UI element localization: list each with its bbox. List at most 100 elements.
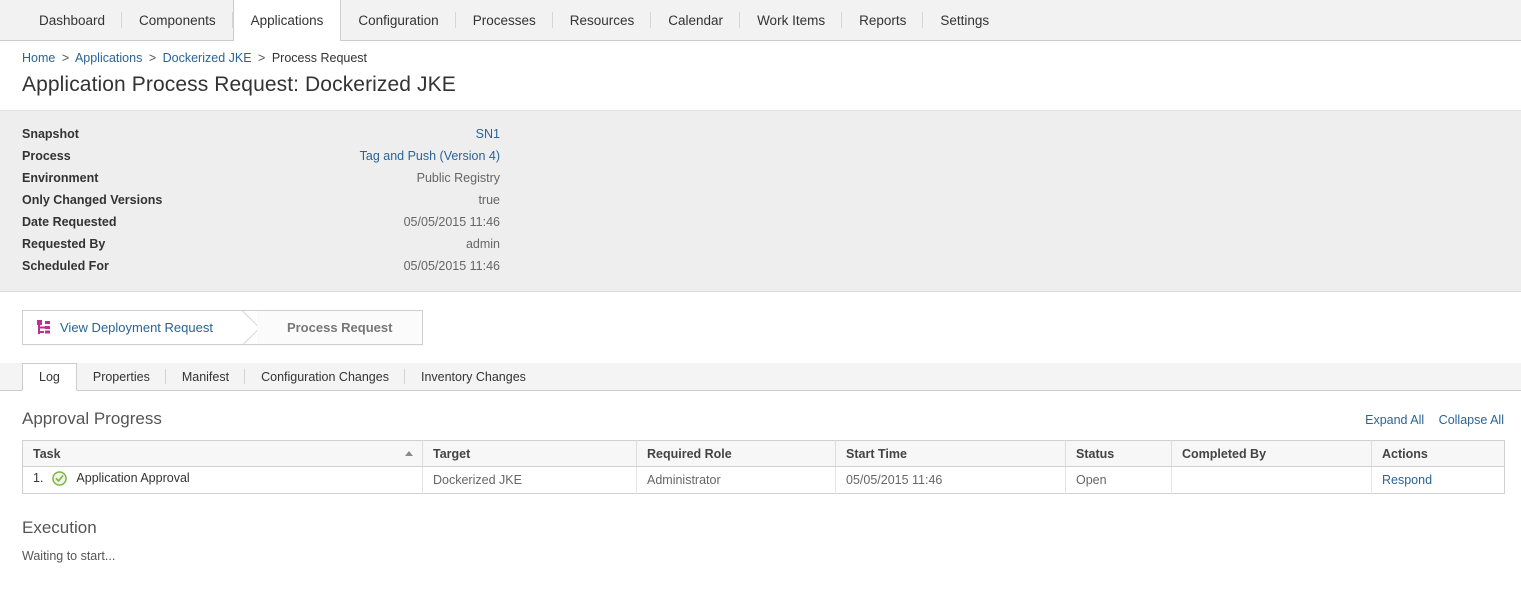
detail-row-scheduled-for: Scheduled For 05/05/2015 11:46 (0, 255, 1521, 277)
view-deployment-request-label: View Deployment Request (60, 320, 213, 335)
detail-row-snapshot: Snapshot SN1 (0, 123, 1521, 145)
approval-progress-actions: Expand All Collapse All (1354, 413, 1504, 427)
respond-link[interactable]: Respond (1382, 473, 1432, 487)
nav-item-dashboard[interactable]: Dashboard (22, 0, 123, 40)
detail-value-environment: Public Registry (416, 171, 500, 185)
tab-label: Manifest (181, 369, 230, 384)
sort-ascending-icon (405, 450, 413, 456)
tree-branch-icon (37, 320, 51, 335)
column-header-required-role[interactable]: Required Role (636, 440, 836, 467)
detail-value-date-requested: 05/05/2015 11:46 (403, 215, 500, 229)
detail-value-process[interactable]: Tag and Push (Version 4) (300, 149, 500, 163)
view-deployment-request-button[interactable]: View Deployment Request (23, 311, 239, 344)
process-request-label: Process Request (286, 320, 393, 335)
segmented-chevron-divider (238, 311, 257, 344)
approval-progress-table: Task Target Required Role Start Time Sta… (22, 440, 1505, 494)
detail-label-process: Process (22, 149, 71, 163)
top-navigation-bar: Dashboard Components Applications Config… (0, 0, 1521, 41)
nav-item-label: Dashboard (39, 12, 106, 28)
cell-required-role: Administrator (636, 466, 836, 494)
table-header-row: Task Target Required Role Start Time Sta… (22, 440, 1505, 467)
breadcrumb-separator: > (258, 51, 266, 65)
detail-value-snapshot[interactable]: SN1 (300, 127, 500, 141)
nav-item-applications[interactable]: Applications (232, 0, 342, 41)
nav-item-processes[interactable]: Processes (456, 0, 553, 40)
nav-item-label: Calendar (668, 12, 724, 28)
nav-item-resources[interactable]: Resources (553, 0, 652, 40)
nav-item-work-items[interactable]: Work Items (740, 0, 843, 40)
nav-item-calendar[interactable]: Calendar (651, 0, 740, 40)
status-badge: Open (1076, 473, 1107, 487)
nav-item-configuration[interactable]: Configuration (341, 0, 457, 40)
column-header-start-time[interactable]: Start Time (835, 440, 1066, 467)
breadcrumb-item-home[interactable]: Home (22, 51, 55, 65)
column-header-label: Completed By (1182, 446, 1267, 461)
table-row: 1. Application Approval Dockerized JKE A… (22, 466, 1505, 494)
execution-title: Execution (22, 518, 97, 537)
column-header-label: Start Time (846, 446, 907, 461)
tab-label: Configuration Changes (261, 369, 389, 384)
breadcrumb-item-applications[interactable]: Applications (75, 51, 142, 65)
tab-properties[interactable]: Properties (77, 363, 166, 390)
cell-actions: Respond (1371, 466, 1505, 494)
detail-tabs: Log Properties Manifest Configuration Ch… (0, 363, 1521, 391)
detail-label-snapshot: Snapshot (22, 127, 79, 141)
detail-label-date-requested: Date Requested (22, 215, 117, 229)
detail-row-date-requested: Date Requested 05/05/2015 11:46 (0, 211, 1521, 233)
column-header-actions[interactable]: Actions (1371, 440, 1505, 467)
breadcrumb-separator: > (61, 51, 70, 65)
column-header-label: Actions (1382, 446, 1428, 461)
column-header-task[interactable]: Task (22, 440, 423, 467)
nav-item-label: Processes (472, 12, 536, 28)
task-number: 1. (33, 471, 44, 485)
process-request-button[interactable]: Process Request (256, 311, 423, 344)
approval-table-wrap: Task Target Required Role Start Time Sta… (0, 429, 1521, 494)
execution-status-message: Waiting to start... (22, 549, 116, 563)
nav-item-label: Reports (859, 12, 907, 28)
tab-label: Inventory Changes (420, 369, 526, 384)
collapse-all-link[interactable]: Collapse All (1439, 413, 1504, 427)
detail-label-environment: Environment (22, 171, 99, 185)
column-header-completed-by[interactable]: Completed By (1171, 440, 1372, 467)
expand-all-link[interactable]: Expand All (1365, 413, 1424, 427)
tab-log[interactable]: Log (22, 363, 77, 391)
detail-label-only-changed-versions: Only Changed Versions (22, 193, 163, 207)
breadcrumb: Home > Applications > Dockerized JKE > P… (0, 41, 1521, 65)
nav-item-components[interactable]: Components (122, 0, 233, 40)
task-name: Application Approval (76, 471, 190, 485)
nav-item-label: Resources (569, 12, 635, 28)
nav-item-settings[interactable]: Settings (923, 0, 1006, 40)
cell-status: Open (1065, 466, 1172, 494)
green-check-circle-icon (52, 471, 70, 489)
nav-item-label: Components (139, 12, 216, 28)
cell-completed-by (1171, 466, 1372, 494)
nav-item-label: Work Items (757, 12, 826, 28)
approval-progress-title: Approval Progress (22, 409, 162, 428)
detail-row-requested-by: Requested By admin (0, 233, 1521, 255)
breadcrumb-item-dockerized-jke[interactable]: Dockerized JKE (163, 51, 252, 65)
tab-label: Properties (92, 369, 150, 384)
nav-item-label: Configuration (358, 12, 439, 28)
nav-item-reports[interactable]: Reports (842, 0, 924, 40)
request-view-switcher: View Deployment Request Process Request (22, 310, 424, 345)
column-header-label: Target (433, 446, 471, 461)
cell-start-time: 05/05/2015 11:46 (835, 466, 1066, 494)
tab-inventory-changes[interactable]: Inventory Changes (405, 363, 542, 390)
detail-value-scheduled-for: 05/05/2015 11:46 (403, 259, 500, 273)
tab-configuration-changes[interactable]: Configuration Changes (245, 363, 405, 390)
request-details-panel: Snapshot SN1 Process Tag and Push (Versi… (0, 110, 1521, 292)
tab-manifest[interactable]: Manifest (166, 363, 246, 390)
nav-item-label: Settings (940, 12, 990, 28)
column-header-status[interactable]: Status (1065, 440, 1172, 467)
cell-target: Dockerized JKE (422, 466, 637, 494)
request-view-switcher-wrap: View Deployment Request Process Request (0, 292, 1521, 345)
page-title: Application Process Request: Dockerized … (22, 73, 456, 96)
detail-value-requested-by: admin (465, 237, 500, 251)
cell-task: 1. Application Approval (22, 466, 423, 494)
column-header-target[interactable]: Target (422, 440, 637, 467)
approval-progress-header: Approval Progress Expand All Collapse Al… (0, 391, 1521, 429)
detail-label-scheduled-for: Scheduled For (22, 259, 109, 273)
breadcrumb-item-process-request: Process Request (271, 51, 368, 65)
detail-label-requested-by: Requested By (22, 237, 106, 251)
breadcrumb-separator: > (148, 51, 157, 65)
